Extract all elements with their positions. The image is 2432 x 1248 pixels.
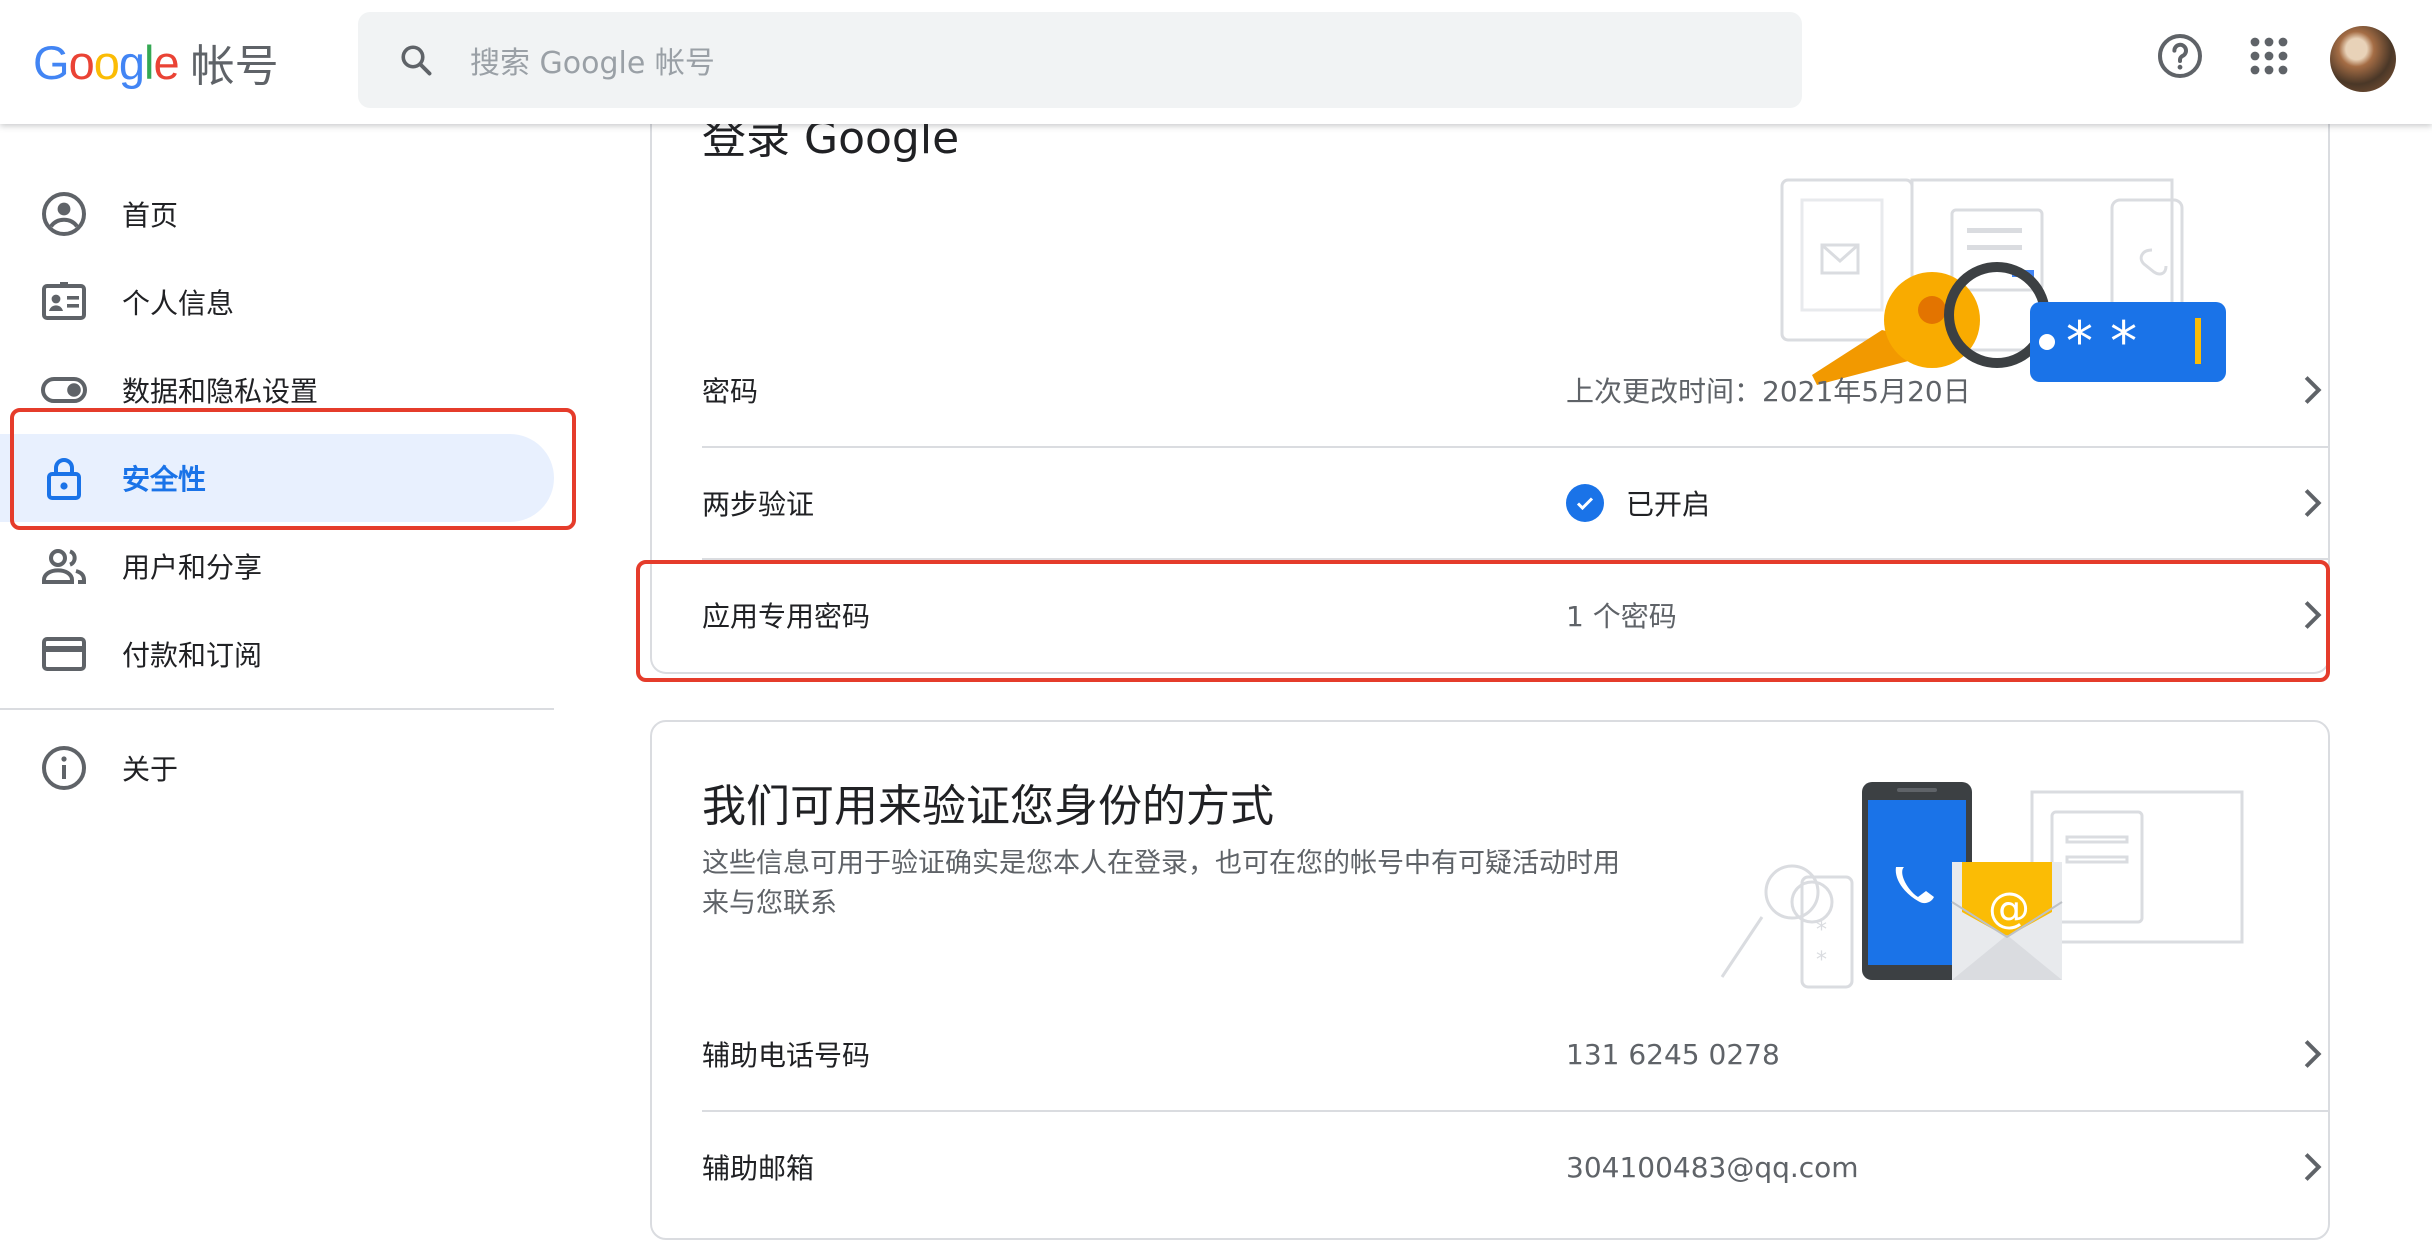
chevron-right-icon[interactable] (2292, 483, 2332, 523)
highlight-box-security (10, 408, 576, 530)
sidebar-item-label: 用户和分享 (122, 551, 263, 584)
sidebar-item-label: 个人信息 (122, 287, 235, 320)
chevron-right-icon[interactable] (2292, 1147, 2332, 1187)
search-bar[interactable]: 搜索 Google 帐号 (358, 12, 1802, 108)
verify-identity-card: 我们可用来验证您身份的方式 这些信息可用于验证确实是您本人在登录，也可在您的帐号… (650, 720, 2330, 1240)
sidebar-item-about[interactable]: 关于 (0, 724, 554, 812)
phone-email-illustration: * * @ (1720, 782, 2244, 989)
row-password[interactable]: 密码 上次更改时间：2021年5月20日 (702, 334, 2330, 446)
sidebar-item-label: 关于 (122, 753, 179, 786)
sidebar-item-people-sharing[interactable]: 用户和分享 (0, 522, 560, 610)
status-text: 已开启 (1626, 488, 1711, 521)
people-icon (42, 549, 86, 584)
svg-text:*: * (1816, 948, 1827, 973)
row-label: 密码 (702, 375, 759, 408)
info-icon (42, 746, 86, 790)
search-icon[interactable] (398, 42, 434, 78)
recovery-phone-value: 131 6245 0278 (1566, 1037, 1780, 1071)
avatar[interactable] (2330, 26, 2396, 92)
id-card-icon (42, 282, 86, 320)
sidebar-item-label: 付款和订阅 (122, 639, 263, 672)
row-recovery-email[interactable]: 辅助邮箱 304100483@qq.com (702, 1110, 2330, 1222)
toggle-icon (41, 377, 87, 403)
account-circle-icon (42, 192, 86, 236)
recovery-email-value: 304100483@qq.com (1566, 1150, 1859, 1184)
credit-card-icon (42, 637, 86, 671)
row-two-step-verification[interactable]: 两步验证 已开启 (702, 446, 2330, 558)
sidebar-item-label: 数据和隐私设置 (122, 375, 319, 408)
check-circle-icon (1566, 484, 1604, 522)
card-description: 这些信息可用于验证确实是您本人在登录，也可在您的帐号中有可疑活动时用来与您联系 (702, 848, 1620, 919)
google-account-logo[interactable]: Google 帐号 (33, 32, 279, 93)
product-name: 帐号 (190, 41, 279, 92)
sidebar-divider (0, 708, 554, 710)
row-label: 辅助电话号码 (702, 1039, 871, 1072)
search-input[interactable]: 搜索 Google 帐号 (470, 38, 715, 82)
sidebar-item-payments[interactable]: 付款和订阅 (0, 610, 560, 698)
svg-text:@: @ (1988, 883, 2030, 932)
password-last-changed: 上次更改时间：2021年5月20日 (1566, 375, 1971, 408)
sidebar-item-label: 首页 (122, 199, 179, 232)
svg-text:*: * (1816, 918, 1827, 943)
google-logo: Google (33, 35, 180, 89)
row-label: 两步验证 (702, 488, 815, 521)
chevron-right-icon[interactable] (2292, 370, 2332, 410)
top-app-bar: Google 帐号 搜索 Google 帐号 (0, 0, 2432, 124)
apps-grid-icon[interactable] (2245, 32, 2293, 80)
row-recovery-phone[interactable]: 辅助电话号码 131 6245 0278 (702, 998, 2330, 1110)
row-label: 辅助邮箱 (702, 1152, 815, 1185)
sidebar-item-personal-info[interactable]: 个人信息 (0, 258, 560, 346)
sidebar-about-section: 关于 (0, 724, 554, 812)
chevron-right-icon[interactable] (2292, 1034, 2332, 1074)
two-step-status: 已开启 (1566, 483, 1710, 523)
card-title: 我们可用来验证您身份的方式 (702, 781, 1274, 832)
sidebar-item-home[interactable]: 首页 (0, 170, 560, 258)
highlight-box-app-passwords (636, 560, 2330, 682)
help-circle-icon[interactable] (2156, 32, 2204, 80)
